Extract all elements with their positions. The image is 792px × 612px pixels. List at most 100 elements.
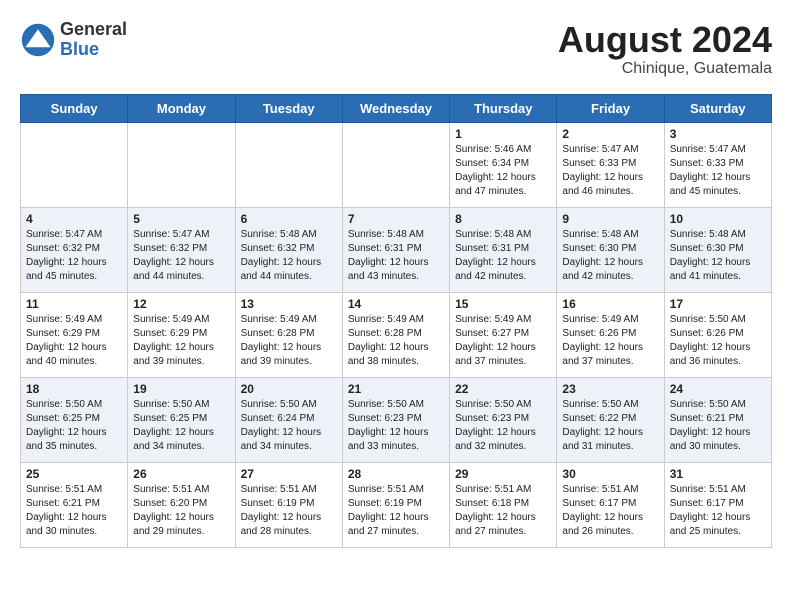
weekday-header-monday: Monday [128,94,235,122]
day-info: Sunrise: 5:50 AM Sunset: 6:25 PM Dayligh… [133,398,229,454]
calendar-cell: 13 Sunrise: 5:49 AM Sunset: 6:28 PM Dayli… [235,292,342,377]
calendar-cell: 23 Sunrise: 5:50 AM Sunset: 6:22 PM Dayli… [557,377,664,462]
day-number: 7 [348,212,444,226]
calendar-cell: 26 Sunrise: 5:51 AM Sunset: 6:20 PM Dayli… [128,462,235,547]
day-number: 1 [455,127,551,141]
day-info: Sunrise: 5:49 AM Sunset: 6:26 PM Dayligh… [562,313,658,369]
calendar-cell: 7 Sunrise: 5:48 AM Sunset: 6:31 PM Daylig… [342,207,449,292]
calendar-cell: 20Sunrise: 5:50 AM Sunset: 6:24 PM Dayli… [235,377,342,462]
logo-icon [20,22,56,58]
calendar-cell: 18 Sunrise: 5:50 AM Sunset: 6:25 PM Dayli… [21,377,128,462]
weekday-header-thursday: Thursday [450,94,557,122]
calendar-cell [21,122,128,207]
day-number: 11 [26,297,122,311]
calendar-cell: 30 Sunrise: 5:51 AM Sunset: 6:17 PM Dayli… [557,462,664,547]
calendar-week-row: 25Sunrise: 5:51 AM Sunset: 6:21 PM Dayli… [21,462,772,547]
calendar-cell: 31Sunrise: 5:51 AM Sunset: 6:17 PM Dayli… [664,462,771,547]
day-info: Sunrise: 5:50 AM Sunset: 6:23 PM Dayligh… [348,398,444,454]
day-info: Sunrise: 5:47 AM Sunset: 6:33 PM Dayligh… [562,143,658,199]
day-info: Sunrise: 5:51 AM Sunset: 6:17 PM Dayligh… [562,483,658,539]
calendar-cell: 3 Sunrise: 5:47 AM Sunset: 6:33 PM Daylig… [664,122,771,207]
day-number: 27 [241,467,337,481]
calendar-cell: 11 Sunrise: 5:49 AM Sunset: 6:29 PM Dayli… [21,292,128,377]
month-year: August 2024 [558,20,772,60]
calendar-week-row: 11 Sunrise: 5:49 AM Sunset: 6:29 PM Dayli… [21,292,772,377]
logo-blue-text: Blue [60,40,127,60]
day-number: 22 [455,382,551,396]
day-info: Sunrise: 5:51 AM Sunset: 6:19 PM Dayligh… [348,483,444,539]
calendar-cell: 1 Sunrise: 5:46 AM Sunset: 6:34 PM Daylig… [450,122,557,207]
calendar-cell: 29 Sunrise: 5:51 AM Sunset: 6:18 PM Dayli… [450,462,557,547]
day-info: Sunrise: 5:50 AM Sunset: 6:25 PM Dayligh… [26,398,122,454]
calendar-cell: 21 Sunrise: 5:50 AM Sunset: 6:23 PM Dayli… [342,377,449,462]
day-info: Sunrise: 5:50 AM Sunset: 6:26 PM Dayligh… [670,313,766,369]
day-info: Sunrise: 5:48 AM Sunset: 6:31 PM Dayligh… [348,228,444,284]
day-number: 17 [670,297,766,311]
calendar-cell: 2 Sunrise: 5:47 AM Sunset: 6:33 PM Daylig… [557,122,664,207]
calendar-cell: 22 Sunrise: 5:50 AM Sunset: 6:23 PM Dayli… [450,377,557,462]
day-info: Sunrise: 5:48 AM Sunset: 6:30 PM Dayligh… [562,228,658,284]
day-info: Sunrise: 5:49 AM Sunset: 6:29 PM Dayligh… [26,313,122,369]
day-number: 16 [562,297,658,311]
day-info: Sunrise: 5:49 AM Sunset: 6:28 PM Dayligh… [348,313,444,369]
day-info: Sunrise: 5:51 AM Sunset: 6:21 PM Dayligh… [26,483,122,539]
calendar-cell: 6Sunrise: 5:48 AM Sunset: 6:32 PM Daylig… [235,207,342,292]
weekday-header-wednesday: Wednesday [342,94,449,122]
day-info: Sunrise: 5:50 AM Sunset: 6:21 PM Dayligh… [670,398,766,454]
day-number: 3 [670,127,766,141]
calendar-cell: 19 Sunrise: 5:50 AM Sunset: 6:25 PM Dayli… [128,377,235,462]
logo: General Blue [20,20,127,60]
calendar-cell: 16 Sunrise: 5:49 AM Sunset: 6:26 PM Dayli… [557,292,664,377]
calendar-cell: 15 Sunrise: 5:49 AM Sunset: 6:27 PM Dayli… [450,292,557,377]
day-number: 13 [241,297,337,311]
day-number: 10 [670,212,766,226]
calendar-cell: 8 Sunrise: 5:48 AM Sunset: 6:31 PM Daylig… [450,207,557,292]
day-number: 15 [455,297,551,311]
day-number: 19 [133,382,229,396]
calendar-cell: 28 Sunrise: 5:51 AM Sunset: 6:19 PM Dayli… [342,462,449,547]
day-info: Sunrise: 5:46 AM Sunset: 6:34 PM Dayligh… [455,143,551,199]
day-number: 4 [26,212,122,226]
logo-general-text: General [60,20,127,40]
logo-text: General Blue [60,20,127,60]
day-number: 6 [241,212,337,226]
day-number: 5 [133,212,229,226]
day-number: 2 [562,127,658,141]
calendar-cell: 14 Sunrise: 5:49 AM Sunset: 6:28 PM Dayli… [342,292,449,377]
weekday-header-tuesday: Tuesday [235,94,342,122]
day-info: Sunrise: 5:50 AM Sunset: 6:23 PM Dayligh… [455,398,551,454]
day-info: Sunrise: 5:51 AM Sunset: 6:20 PM Dayligh… [133,483,229,539]
day-number: 21 [348,382,444,396]
calendar-cell [342,122,449,207]
day-number: 31 [670,467,766,481]
day-number: 14 [348,297,444,311]
day-number: 8 [455,212,551,226]
weekday-header-saturday: Saturday [664,94,771,122]
calendar-cell: 27Sunrise: 5:51 AM Sunset: 6:19 PM Dayli… [235,462,342,547]
location: Chinique, Guatemala [558,60,772,78]
day-number: 23 [562,382,658,396]
calendar-week-row: 4 Sunrise: 5:47 AM Sunset: 6:32 PM Daylig… [21,207,772,292]
day-info: Sunrise: 5:49 AM Sunset: 6:29 PM Dayligh… [133,313,229,369]
day-number: 30 [562,467,658,481]
day-info: Sunrise: 5:49 AM Sunset: 6:27 PM Dayligh… [455,313,551,369]
day-info: Sunrise: 5:47 AM Sunset: 6:33 PM Dayligh… [670,143,766,199]
day-number: 18 [26,382,122,396]
day-number: 28 [348,467,444,481]
weekday-header-sunday: Sunday [21,94,128,122]
day-info: Sunrise: 5:50 AM Sunset: 6:22 PM Dayligh… [562,398,658,454]
day-info: Sunrise: 5:51 AM Sunset: 6:18 PM Dayligh… [455,483,551,539]
calendar-cell: 12Sunrise: 5:49 AM Sunset: 6:29 PM Dayli… [128,292,235,377]
day-info: Sunrise: 5:50 AM Sunset: 6:24 PM Dayligh… [241,398,337,454]
day-number: 29 [455,467,551,481]
day-info: Sunrise: 5:49 AM Sunset: 6:28 PM Dayligh… [241,313,337,369]
calendar-table: SundayMondayTuesdayWednesdayThursdayFrid… [20,94,772,548]
calendar-cell: 24Sunrise: 5:50 AM Sunset: 6:21 PM Dayli… [664,377,771,462]
weekday-header-row: SundayMondayTuesdayWednesdayThursdayFrid… [21,94,772,122]
day-number: 26 [133,467,229,481]
day-info: Sunrise: 5:47 AM Sunset: 6:32 PM Dayligh… [133,228,229,284]
calendar-cell [235,122,342,207]
day-info: Sunrise: 5:47 AM Sunset: 6:32 PM Dayligh… [26,228,122,284]
calendar-cell: 4 Sunrise: 5:47 AM Sunset: 6:32 PM Daylig… [21,207,128,292]
day-info: Sunrise: 5:48 AM Sunset: 6:31 PM Dayligh… [455,228,551,284]
